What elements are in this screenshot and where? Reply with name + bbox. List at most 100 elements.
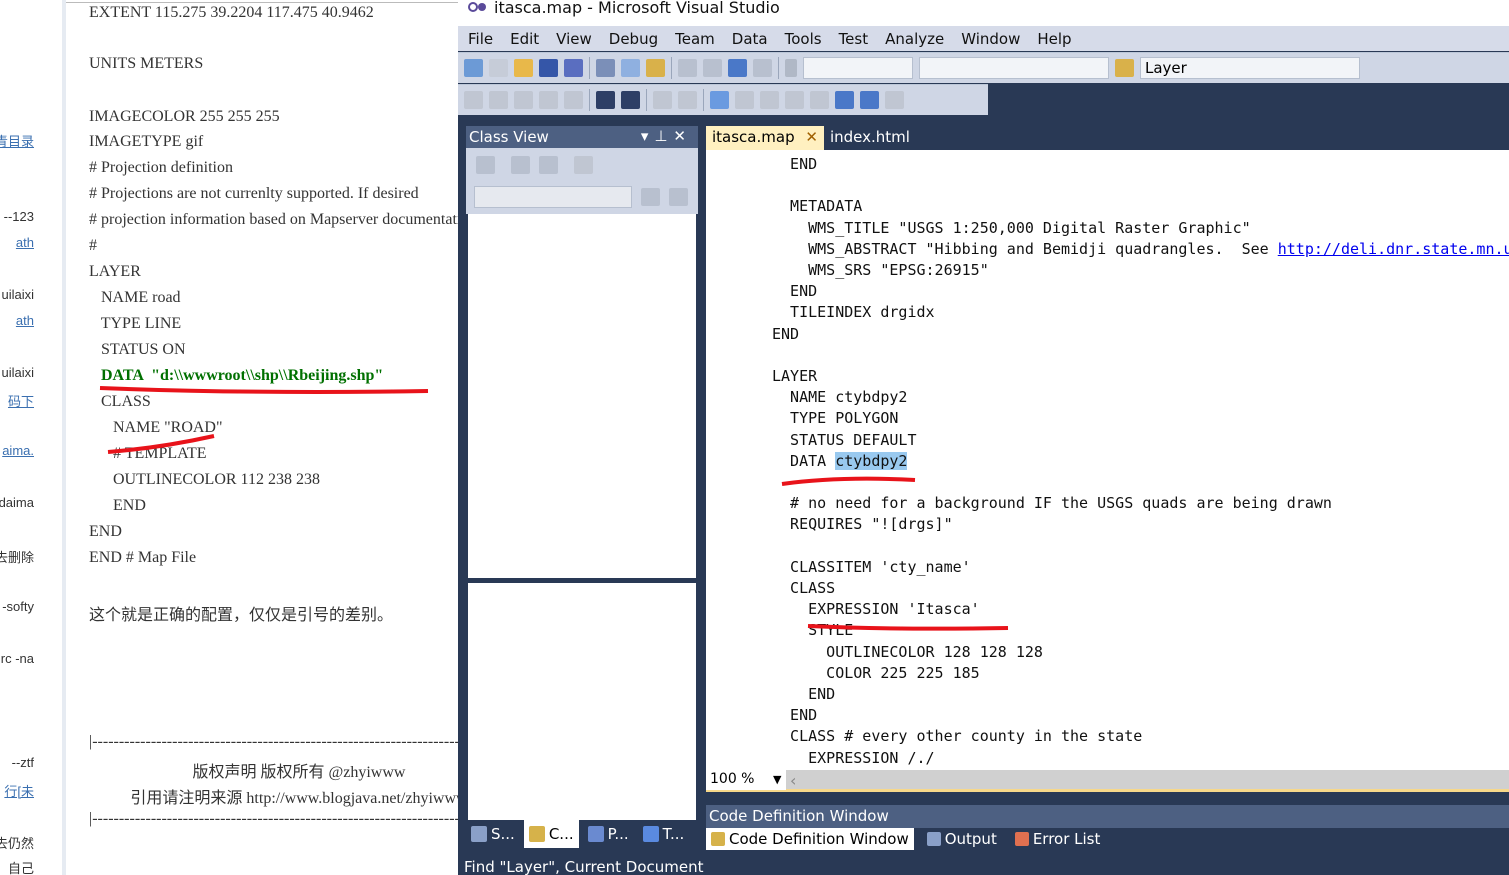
next-bookmark-doc-icon[interactable] [860,91,879,109]
menu-test[interactable]: Test [839,30,869,48]
bottom-tab[interactable]: Code Definition Window [706,828,914,850]
prev-bookmark-doc-icon[interactable] [835,91,854,109]
title-bar: itasca.map - Microsoft Visual Studio [458,0,1509,26]
menu-view[interactable]: View [556,30,592,48]
format-icon[interactable] [564,91,583,109]
editor-tab[interactable]: index.html [824,126,916,150]
menu-team[interactable]: Team [675,30,715,48]
zoom-combo[interactable]: 100 % ▼ [706,770,786,790]
scroll-left-icon[interactable]: ‹ [790,771,796,790]
uncomment-icon[interactable] [678,91,697,109]
menu-debug[interactable]: Debug [609,30,658,48]
panel-tab[interactable]: P... [583,820,634,848]
open-file-icon[interactable] [514,59,533,77]
cut-icon[interactable] [596,59,615,77]
sidebar-fragment: uilaixi [1,287,34,302]
code-line: WMS_SRS "EPSG:26915" [772,260,989,280]
save-all-icon[interactable] [564,59,583,77]
parameter-info-icon[interactable] [489,91,508,109]
quick-info-icon[interactable] [514,91,533,109]
standard-toolbar: Layer [458,52,1509,83]
class-view-tree[interactable] [468,214,696,578]
sidebar-fragment[interactable]: 码下 [8,391,34,410]
undo-icon[interactable] [678,59,697,77]
code-line: CLASS [772,578,835,598]
menu-analyze[interactable]: Analyze [885,30,944,48]
sidebar-fragment[interactable]: ath [16,235,34,250]
new-project-icon[interactable] [464,59,483,77]
clear-bookmarks-icon[interactable] [885,91,904,109]
platform-combo[interactable] [919,57,1109,79]
find-in-files-icon[interactable] [753,59,772,77]
settings-icon[interactable] [574,156,593,174]
code-text: NAME ctybdpy2 [772,388,908,407]
code-line: # no need for a background IF the USGS q… [772,493,1332,513]
panel-tab[interactable]: C... [523,820,579,848]
editor-tab[interactable]: itasca.map ✕ [706,126,824,150]
back-icon[interactable] [511,156,530,174]
selected-text: ctybdpy2 [835,451,908,470]
sidebar-fragment[interactable]: 青目录 [0,131,34,150]
forward-icon[interactable] [539,156,558,174]
code-line: NAME ctybdpy2 [772,387,907,407]
pin-icon[interactable]: ⊥ [654,127,673,145]
blog-line: # Projection definition [89,159,233,176]
menu-tools[interactable]: Tools [785,30,822,48]
code-area[interactable]: END METADATA WMS_TITLE "USGS 1:250,000 D… [706,150,1509,770]
search-combo[interactable] [474,186,632,208]
close-icon[interactable]: ✕ [673,127,692,145]
blog-line: NAME "ROAD" [105,419,223,436]
clear-search-icon[interactable] [669,188,688,206]
bookmark-icon[interactable] [710,91,729,109]
next-bookmark-icon[interactable] [760,91,779,109]
search-icon[interactable] [641,188,660,206]
blog-line: # TEMPLATE [105,445,207,462]
menu-help[interactable]: Help [1037,30,1071,48]
add-item-icon[interactable] [489,59,508,77]
class-view-header: Class View ▾⊥✕ [466,126,698,148]
code-line: EXPRESSION 'Itasca' [772,599,980,619]
paste-icon[interactable] [646,59,665,77]
solution-config-combo[interactable] [803,57,913,79]
complete-word-icon[interactable] [539,91,558,109]
chevron-down-icon: ▼ [772,773,782,786]
start-debug-icon[interactable] [785,59,797,77]
dropdown-icon[interactable]: ▾ [641,127,655,145]
decrease-indent-icon[interactable] [596,91,615,109]
blog-line: IMAGETYPE gif [89,133,204,150]
increase-indent-icon[interactable] [621,91,640,109]
blog-line: LAYER [89,263,141,280]
menu-edit[interactable]: Edit [510,30,539,48]
panel-tab[interactable]: T... [638,820,690,848]
close-tab-icon[interactable]: ✕ [801,128,818,146]
menu-window[interactable]: Window [961,30,1020,48]
comment-icon[interactable] [653,91,672,109]
sidebar-fragment: daima [0,495,34,510]
menu-file[interactable]: File [468,30,493,48]
code-link[interactable]: http://deli.dnr.state.mn.us [1278,240,1509,258]
save-icon[interactable] [539,59,558,77]
list-members-icon[interactable] [464,91,483,109]
redo-icon[interactable] [703,59,722,77]
next-bookmark-folder-icon[interactable] [810,91,829,109]
prev-bookmark-folder-icon[interactable] [785,91,804,109]
sidebar-fragment[interactable]: ath [16,313,34,328]
search-icon [471,826,487,842]
code-line: WMS_ABSTRACT "Hibbing and Bemidji quadra… [772,239,1509,259]
folder-icon[interactable] [476,156,495,174]
prev-bookmark-icon[interactable] [735,91,754,109]
menu-bar: File Edit View Debug Team Data Tools Test Analyz… [458,26,1509,51]
find-combo[interactable]: Layer [1140,57,1360,79]
sidebar-fragment[interactable]: aima. [2,443,34,458]
panel-tab[interactable]: S... [466,820,520,848]
navigate-icon[interactable] [728,59,747,77]
menu-data[interactable]: Data [732,30,768,48]
code-definition-icon [711,832,725,846]
class-view-members[interactable] [468,583,696,820]
sidebar-fragment[interactable]: 行[未 [4,781,34,800]
find-icon[interactable] [1115,59,1134,77]
code-text: WMS_TITLE "USGS 1:250,000 Digital Raster… [772,218,1251,237]
bottom-tab[interactable]: Output [922,828,1002,850]
bottom-tab[interactable]: Error List [1010,828,1106,850]
copy-icon[interactable] [621,59,640,77]
